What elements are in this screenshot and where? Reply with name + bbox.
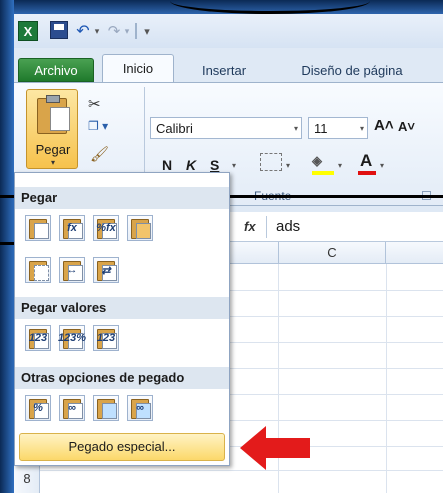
paste-button[interactable]: Pegar ▾ (26, 89, 78, 169)
paste-options-menu: Pegar fx %fx ↔ ⇄ Pegar valores 123 123% … (14, 172, 230, 466)
font-name-combo[interactable]: Calibri ▾ (150, 117, 302, 139)
ribbon-tabs: Archivo Inicio Insertar Diseño de página (14, 54, 443, 82)
chevron-down-icon[interactable]: ▾ (360, 124, 364, 133)
paste-link-icon[interactable]: ∞ (59, 395, 85, 421)
paste-formulas-number-format-icon[interactable]: %fx (93, 215, 119, 241)
paste-option-icon[interactable] (25, 215, 51, 241)
paste-transpose-icon[interactable]: ⇄ (93, 257, 119, 283)
paste-formulas-icon[interactable]: fx (59, 215, 85, 241)
tab-page-layout[interactable]: Diseño de página (282, 58, 422, 82)
bold-button[interactable]: N (162, 157, 172, 173)
paste-keep-source-format-icon[interactable] (127, 215, 153, 241)
font-name-value: Calibri (156, 121, 193, 136)
font-color-dropdown-icon[interactable]: ▾ (380, 161, 384, 170)
copy-icon[interactable]: ❐ ▾ (88, 119, 116, 137)
format-painter-icon[interactable]: 🖌 (90, 145, 109, 163)
fill-color-icon[interactable]: ◈ (312, 153, 334, 173)
paste-values-icon[interactable]: 123 (25, 325, 51, 351)
font-size-combo[interactable]: 11 ▾ (308, 117, 368, 139)
paste-keep-column-widths-icon[interactable]: ↔ (59, 257, 85, 283)
paste-linked-picture-icon[interactable]: ∞ (127, 395, 153, 421)
chevron-down-icon[interactable]: ▾ (294, 124, 298, 133)
paste-picture-icon[interactable] (93, 395, 119, 421)
save-icon[interactable] (50, 21, 68, 39)
underline-button[interactable]: S (210, 157, 219, 173)
tab-file[interactable]: Archivo (18, 58, 94, 82)
paste-formatting-icon[interactable]: % (25, 395, 51, 421)
paste-values-number-format-icon[interactable]: 123% (58, 325, 86, 351)
borders-dropdown-icon[interactable]: ▾ (286, 161, 290, 170)
tab-home[interactable]: Inicio (102, 54, 174, 82)
qat-separator (135, 23, 137, 39)
grid-line (386, 264, 387, 493)
borders-icon[interactable] (260, 153, 282, 171)
clipboard-icon (37, 95, 70, 134)
redo-dropdown-icon[interactable]: ▾ (122, 21, 132, 41)
row-header-8[interactable]: 8 (14, 468, 40, 490)
frame-left (0, 0, 14, 493)
italic-button[interactable]: K (186, 157, 196, 173)
cut-icon[interactable]: ✂ (88, 95, 106, 113)
menu-header-paste: Pegar (15, 187, 229, 209)
menu-header-other-options: Otras opciones de pegado (15, 367, 229, 389)
grid-line (40, 470, 443, 471)
screenshot-stage: X ↶ ▾ ↷ ▾ ▾ Archivo Inicio Insertar Dise… (0, 0, 443, 493)
red-arrow-icon (240, 426, 310, 470)
tab-insert[interactable]: Insertar (184, 58, 264, 82)
formula-input[interactable]: ads (276, 218, 300, 235)
font-color-icon[interactable]: A (360, 151, 372, 171)
column-header-c[interactable]: C (278, 242, 386, 264)
menu-header-paste-values: Pegar valores (15, 297, 229, 319)
fill-color-dropdown-icon[interactable]: ▾ (338, 161, 342, 170)
underline-dropdown-icon[interactable]: ▾ (232, 161, 236, 170)
redo-icon[interactable]: ↷ (106, 21, 122, 41)
shrink-font-icon[interactable]: A˅ (398, 119, 415, 134)
paste-no-borders-icon[interactable] (25, 257, 51, 283)
paste-special-menu-item[interactable]: Pegado especial... (19, 433, 225, 461)
excel-app-icon[interactable]: X (18, 21, 38, 41)
undo-icon[interactable]: ↶ (74, 21, 92, 41)
font-color-swatch (358, 171, 376, 175)
paste-dropdown-icon: ▾ (50, 158, 55, 167)
undo-dropdown-icon[interactable]: ▾ (92, 21, 102, 41)
paste-values-source-format-icon[interactable]: 123 (93, 325, 119, 351)
quick-access-toolbar: X ↶ ▾ ↷ ▾ ▾ (14, 14, 443, 48)
paste-label: Pegar (35, 142, 71, 157)
fill-color-swatch (312, 171, 334, 175)
grow-font-icon[interactable]: A˄ (374, 117, 394, 134)
fx-icon[interactable]: fx (244, 219, 256, 234)
annotation-line (228, 195, 443, 198)
customize-qat-icon[interactable]: ▾ (141, 21, 153, 41)
font-size-value: 11 (314, 121, 328, 136)
formula-separator (266, 216, 267, 238)
